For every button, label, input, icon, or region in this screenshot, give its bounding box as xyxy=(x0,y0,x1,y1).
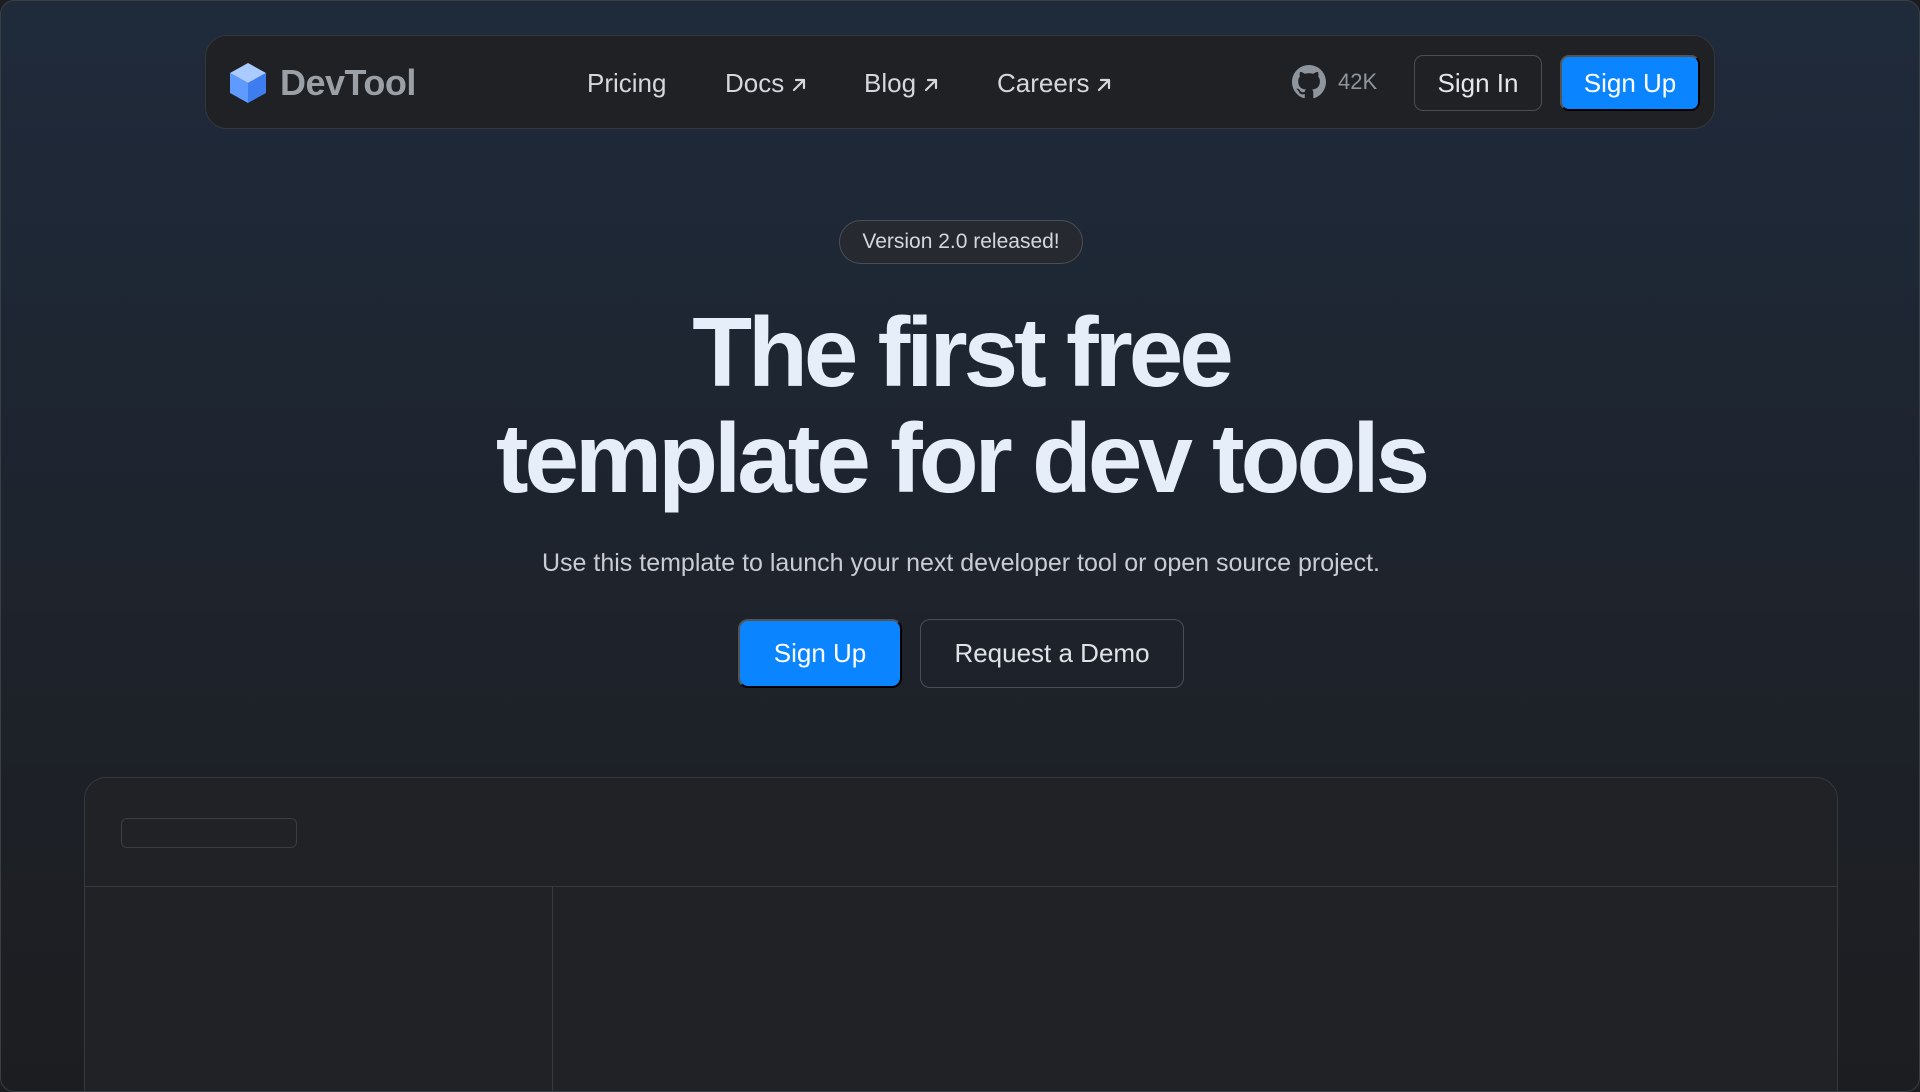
preview-search-placeholder xyxy=(121,818,297,848)
request-demo-button[interactable]: Request a Demo xyxy=(920,619,1184,688)
brand-logo[interactable]: DevTool xyxy=(228,61,416,105)
nav-link-label: Docs xyxy=(725,68,785,98)
arrow-up-right-icon xyxy=(1098,78,1111,92)
nav-link-careers[interactable]: Careers xyxy=(997,68,1113,99)
app-preview-window xyxy=(84,777,1838,1091)
github-stars-link[interactable]: 42K xyxy=(1292,65,1377,99)
nav-link-pricing[interactable]: Pricing xyxy=(587,68,666,99)
preview-header-divider xyxy=(85,886,1837,887)
nav-link-label: Blog xyxy=(864,68,917,98)
nav-link-label: Careers xyxy=(997,68,1090,98)
browser-frame: DevTool Pricing Docs Blog Careers 42K Si… xyxy=(0,0,1920,1092)
hero-headline-line-1: The first free xyxy=(692,297,1234,407)
nav-link-blog[interactable]: Blog xyxy=(864,68,940,99)
preview-sidebar-divider xyxy=(552,886,553,1091)
version-badge[interactable]: Version 2.0 released! xyxy=(839,220,1083,264)
sign-in-button[interactable]: Sign In xyxy=(1414,55,1542,111)
brand-name: DevTool xyxy=(280,62,416,103)
nav-sign-up-button[interactable]: Sign Up xyxy=(1560,55,1700,111)
nav-link-docs[interactable]: Docs xyxy=(725,68,808,99)
arrow-up-right-icon xyxy=(793,78,806,92)
github-star-count: 42K xyxy=(1338,69,1378,94)
hero-headline: The first free template for dev tools xyxy=(1,297,1919,513)
nav-link-label: Pricing xyxy=(587,68,667,98)
arrow-up-right-icon xyxy=(924,78,938,92)
github-icon xyxy=(1292,65,1326,99)
hero-headline-line-2: template for dev tools xyxy=(495,403,1430,513)
cube-icon xyxy=(230,63,266,103)
top-navbar: DevTool Pricing Docs Blog Careers 42K Si… xyxy=(205,35,1715,129)
hero-subheading: Use this template to launch your next de… xyxy=(542,549,1380,577)
hero-sign-up-button[interactable]: Sign Up xyxy=(738,619,902,688)
